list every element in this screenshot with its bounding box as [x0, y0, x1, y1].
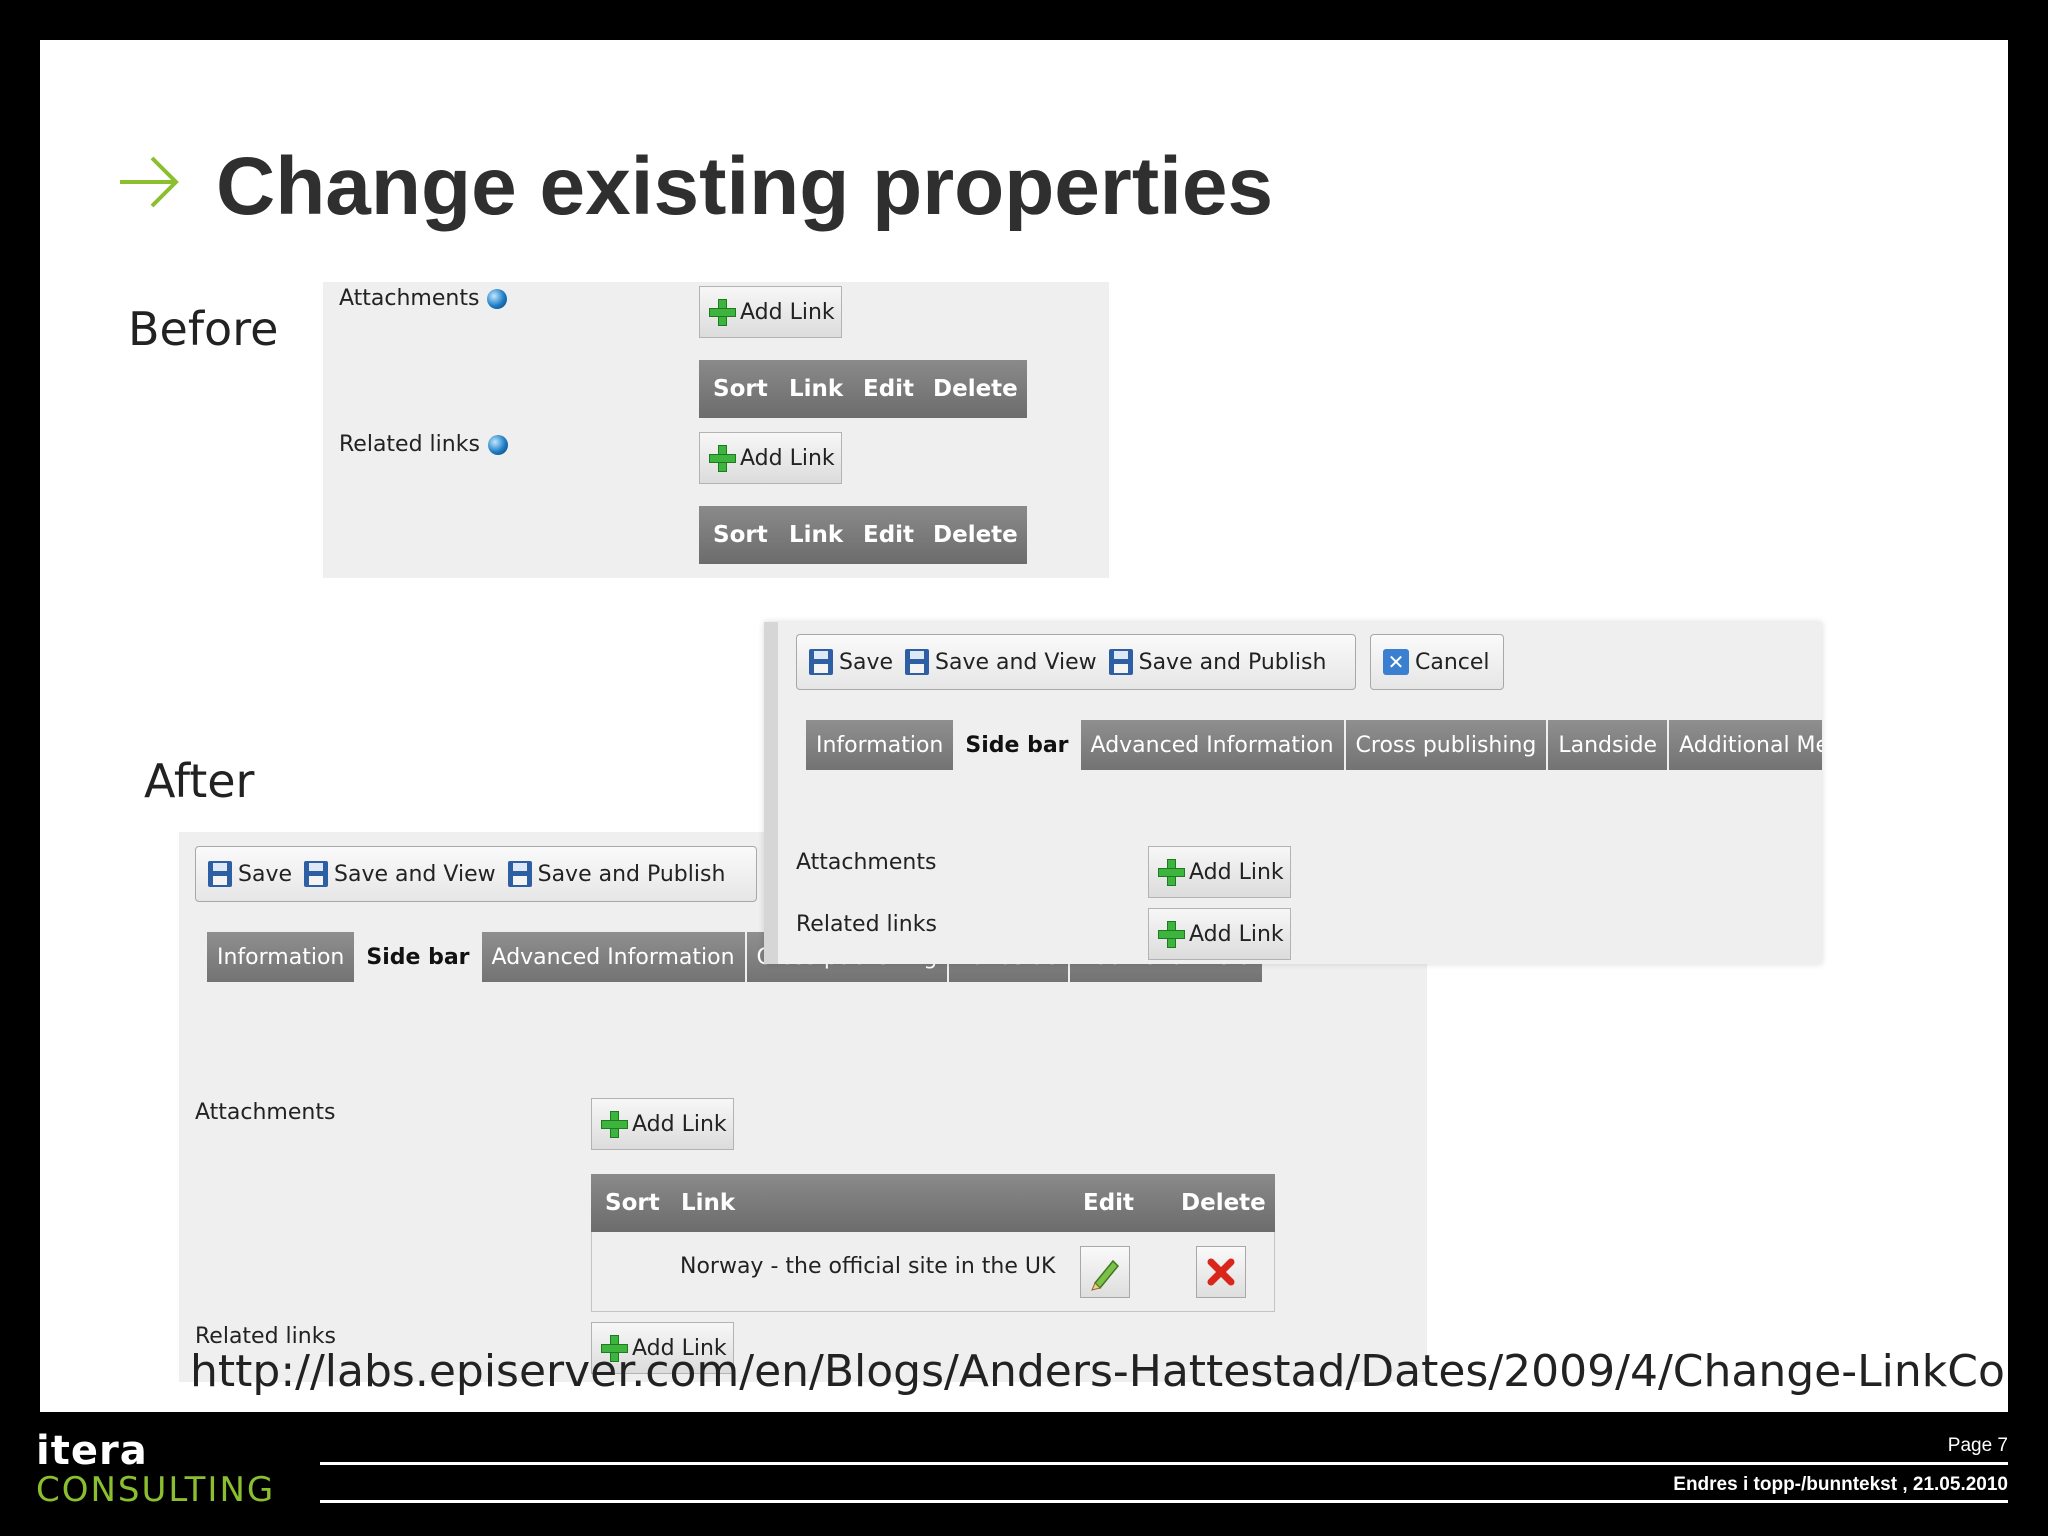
delete-button[interactable]	[1196, 1246, 1246, 1298]
after-label: After	[144, 754, 255, 808]
overlay-screenshot: Save Save and View Save and Publish ✕ Can…	[764, 622, 1822, 964]
add-link-button[interactable]: Add Link	[1148, 846, 1291, 898]
plus-icon	[1157, 858, 1185, 886]
cancel-icon: ✕	[1383, 649, 1409, 675]
tab-side-bar[interactable]: Side bar	[356, 932, 480, 982]
save-view-icon	[304, 861, 329, 887]
save-and-publish-button[interactable]: Save and Publish	[1108, 649, 1326, 675]
tab-cross-publishing[interactable]: Cross publishing	[1345, 720, 1547, 770]
column-sort: Sort	[713, 522, 768, 548]
column-link: Link	[789, 522, 844, 548]
attachments-label: Attachments	[796, 850, 937, 875]
plus-icon	[1157, 920, 1185, 948]
table-row: Norway - the official site in the UK	[591, 1232, 1275, 1312]
save-and-publish-button[interactable]: Save and Publish	[507, 861, 725, 887]
before-label: Before	[128, 302, 279, 356]
plus-icon	[708, 444, 736, 472]
tab-bar: Information Side bar Advanced Informatio…	[806, 720, 1822, 770]
itera-logo: itera	[36, 1428, 148, 1474]
save-publish-icon	[1108, 649, 1133, 675]
save-view-icon	[905, 649, 930, 675]
column-edit: Edit	[1083, 1190, 1135, 1216]
column-sort: Sort	[713, 376, 768, 402]
pencil-icon	[1091, 1259, 1120, 1291]
slide: Change existing properties Before After …	[40, 40, 2008, 1412]
arrow-right-icon	[120, 156, 179, 208]
add-link-button[interactable]: Add Link	[1148, 908, 1291, 960]
attachments-label: Attachments	[339, 286, 508, 311]
link-table-header: Sort Link Edit Delete	[699, 360, 1027, 418]
column-link: Link	[681, 1190, 736, 1216]
globe-icon	[487, 435, 508, 455]
column-delete: Delete	[1181, 1190, 1266, 1216]
page-number: Page 7	[1947, 1435, 2008, 1456]
tab-landside[interactable]: Landside	[1548, 720, 1668, 770]
add-link-button[interactable]: Add Link	[699, 286, 842, 338]
globe-icon	[487, 289, 508, 309]
add-link-button[interactable]: Add Link	[699, 432, 842, 484]
tab-side-bar[interactable]: Side bar	[955, 720, 1079, 770]
page-title: Change existing properties	[216, 141, 1274, 232]
save-icon	[208, 861, 232, 887]
save-and-view-button[interactable]: Save and View	[905, 649, 1097, 675]
column-delete: Delete	[933, 522, 1018, 548]
edit-button[interactable]	[1080, 1246, 1130, 1298]
edit-toolbar: Save Save and View Save and Publish	[195, 846, 757, 902]
tab-information[interactable]: Information	[207, 932, 355, 982]
related-links-label: Related links	[796, 912, 937, 937]
attachments-label: Attachments	[195, 1100, 336, 1125]
save-publish-icon	[507, 861, 532, 887]
save-button[interactable]: Save	[208, 861, 292, 887]
consulting-logo: CONSULTING	[36, 1470, 276, 1510]
save-button[interactable]: Save	[809, 649, 893, 675]
plus-icon	[708, 298, 736, 326]
footer-divider	[320, 1500, 2008, 1503]
before-screenshot: Attachments Add Link Sort Link Edit Dele…	[323, 282, 1109, 578]
column-link: Link	[789, 376, 844, 402]
edit-toolbar: Save Save and View Save and Publish	[796, 634, 1356, 690]
column-edit: Edit	[863, 522, 915, 548]
column-edit: Edit	[863, 376, 915, 402]
tab-advanced-information[interactable]: Advanced Information	[1080, 720, 1344, 770]
column-sort: Sort	[605, 1190, 660, 1216]
related-links-label: Related links	[339, 432, 508, 457]
save-icon	[809, 649, 833, 675]
footer-text: Endres i topp-/bunntekst , 21.05.2010	[1673, 1474, 2008, 1495]
column-delete: Delete	[933, 376, 1018, 402]
link-text[interactable]: Norway - the official site in the UK	[680, 1254, 1055, 1279]
cancel-toolbar: ✕ Cancel	[1370, 634, 1504, 690]
link-table-header: Sort Link Edit Delete	[591, 1174, 1275, 1232]
tab-additional-meta[interactable]: Additional Meta	[1669, 720, 1822, 770]
tab-information[interactable]: Information	[806, 720, 954, 770]
plus-icon	[600, 1110, 628, 1138]
footer-divider	[320, 1462, 2008, 1465]
cancel-button[interactable]: ✕ Cancel	[1383, 649, 1490, 675]
link-table-header: Sort Link Edit Delete	[699, 506, 1027, 564]
save-and-view-button[interactable]: Save and View	[304, 861, 496, 887]
add-link-button[interactable]: Add Link	[591, 1098, 734, 1150]
delete-x-icon	[1207, 1258, 1235, 1286]
source-url[interactable]: http://labs.episerver.com/en/Blogs/Ander…	[190, 1346, 2008, 1397]
tab-advanced-information[interactable]: Advanced Information	[481, 932, 745, 982]
